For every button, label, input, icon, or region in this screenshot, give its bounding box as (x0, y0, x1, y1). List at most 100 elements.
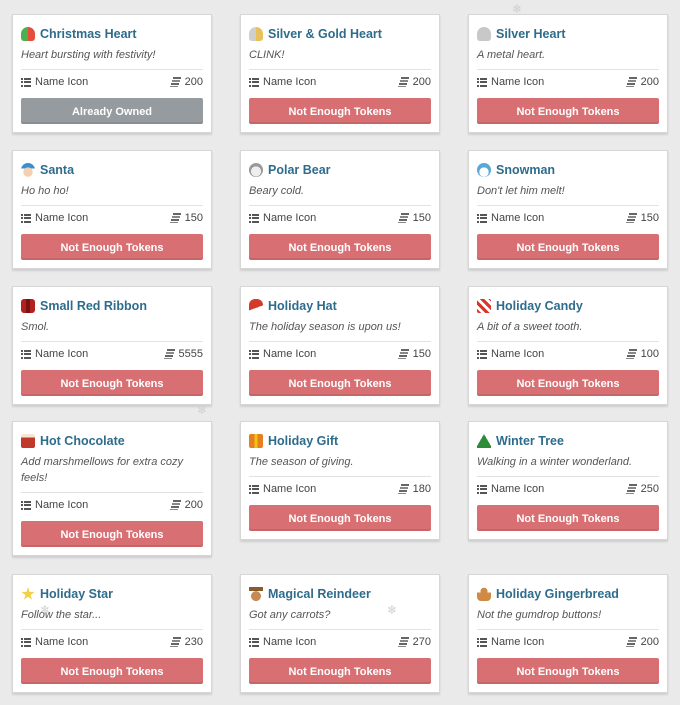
item-meta: Name Icon 100 (477, 341, 659, 362)
list-icon (21, 213, 31, 223)
item-price: 100 (640, 348, 659, 360)
candy-cane-icon (477, 299, 491, 313)
item-meta: Name Icon 200 (477, 629, 659, 650)
not-enough-tokens-button[interactable]: Not Enough Tokens (477, 505, 659, 531)
item-card: Polar Bear Beary cold. Name Icon 150 Not… (240, 150, 440, 269)
not-enough-tokens-button[interactable]: Not Enough Tokens (249, 505, 431, 531)
item-card: Holiday Star Follow the star... Name Ico… (12, 574, 212, 693)
meta-label: Name Icon (35, 212, 89, 224)
not-enough-tokens-button[interactable]: Not Enough Tokens (477, 658, 659, 684)
coins-icon (169, 77, 181, 87)
item-price: 150 (184, 212, 203, 224)
not-enough-tokens-button[interactable]: Not Enough Tokens (21, 521, 203, 547)
item-meta: Name Icon 250 (477, 476, 659, 497)
item-description: Got any carrots? (249, 609, 331, 621)
item-card: Holiday Candy A bit of a sweet tooth. Na… (468, 286, 668, 405)
item-title: Holiday Candy (496, 299, 583, 313)
item-card: Holiday Gingerbread Not the gumdrop butt… (468, 574, 668, 693)
not-enough-tokens-button[interactable]: Not Enough Tokens (21, 658, 203, 684)
item-card: Christmas Heart Heart bursting with fest… (12, 14, 212, 133)
silver-heart-icon (477, 27, 491, 41)
snowflake-icon: ❄ (40, 603, 51, 617)
snowflake-icon: ❄ (197, 403, 208, 417)
item-title: Small Red Ribbon (40, 299, 147, 313)
item-meta: Name Icon 200 (21, 69, 203, 90)
item-card: Small Red Ribbon Smol. Name Icon 5555 No… (12, 286, 212, 405)
coins-icon (625, 77, 637, 87)
item-card: Snowman Don't let him melt! Name Icon 15… (468, 150, 668, 269)
meta-label: Name Icon (491, 212, 545, 224)
list-icon (249, 484, 259, 494)
snowman-icon (477, 163, 491, 177)
list-icon (477, 637, 487, 647)
not-enough-tokens-button[interactable]: Not Enough Tokens (249, 234, 431, 260)
coins-icon (169, 213, 181, 223)
not-enough-tokens-button[interactable]: Not Enough Tokens (249, 370, 431, 396)
item-title: Silver & Gold Heart (268, 27, 382, 41)
item-title: Holiday Gingerbread (496, 587, 619, 601)
snowflake-icon: ❄ (387, 603, 398, 617)
santa-icon (21, 163, 35, 177)
coins-icon (397, 77, 409, 87)
list-icon (249, 349, 259, 359)
not-enough-tokens-button[interactable]: Not Enough Tokens (477, 234, 659, 260)
item-price: 150 (640, 212, 659, 224)
item-title: Polar Bear (268, 163, 331, 177)
item-card: Magical Reindeer Got any carrots? Name I… (240, 574, 440, 693)
list-icon (477, 77, 487, 87)
coins-icon (625, 484, 637, 494)
coins-icon (397, 484, 409, 494)
item-description: A metal heart. (477, 49, 546, 61)
item-description: CLINK! (249, 49, 285, 61)
item-meta: Name Icon 180 (249, 476, 431, 497)
item-description: The season of giving. (249, 456, 354, 468)
item-card: Holiday Gift The season of giving. Name … (240, 421, 440, 540)
coins-icon (397, 637, 409, 647)
item-price: 150 (412, 348, 431, 360)
list-icon (477, 349, 487, 359)
item-title: Snowman (496, 163, 556, 177)
meta-label: Name Icon (263, 76, 317, 88)
item-price: 230 (184, 636, 203, 648)
not-enough-tokens-button[interactable]: Not Enough Tokens (477, 370, 659, 396)
not-enough-tokens-button[interactable]: Not Enough Tokens (21, 234, 203, 260)
item-description: Walking in a winter wonderland. (477, 456, 633, 468)
item-meta: Name Icon 230 (21, 629, 203, 650)
item-description: The holiday season is upon us! (249, 321, 401, 333)
item-price: 200 (412, 76, 431, 88)
item-title: Holiday Hat (268, 299, 337, 313)
item-card: Winter Tree Walking in a winter wonderla… (468, 421, 668, 540)
list-icon (477, 213, 487, 223)
item-title: Holiday Gift (268, 434, 339, 448)
not-enough-tokens-button[interactable]: Not Enough Tokens (249, 658, 431, 684)
item-description: Smol. (21, 321, 50, 333)
item-description: Beary cold. (249, 185, 305, 197)
reindeer-icon (249, 587, 263, 601)
item-title: Christmas Heart (40, 27, 137, 41)
list-icon (477, 484, 487, 494)
item-meta: Name Icon 200 (249, 69, 431, 90)
gingerbread-icon (477, 587, 491, 601)
christmas-heart-icon (21, 27, 35, 41)
list-icon (21, 637, 31, 647)
list-icon (21, 77, 31, 87)
item-title: Magical Reindeer (268, 587, 371, 601)
already-owned-button[interactable]: Already Owned (21, 98, 203, 124)
not-enough-tokens-button[interactable]: Not Enough Tokens (477, 98, 659, 124)
meta-label: Name Icon (491, 636, 545, 648)
meta-label: Name Icon (35, 636, 89, 648)
item-price: 180 (412, 483, 431, 495)
not-enough-tokens-button[interactable]: Not Enough Tokens (249, 98, 431, 124)
meta-label: Name Icon (35, 499, 89, 511)
item-price: 5555 (178, 348, 203, 360)
meta-label: Name Icon (491, 348, 545, 360)
item-description: Not the gumdrop buttons! (477, 609, 602, 621)
coins-icon (169, 500, 181, 510)
meta-label: Name Icon (491, 76, 545, 88)
item-meta: Name Icon 150 (249, 341, 431, 362)
not-enough-tokens-button[interactable]: Not Enough Tokens (21, 370, 203, 396)
coins-icon (625, 213, 637, 223)
item-card: Hot Chocolate Add marshmellows for extra… (12, 421, 212, 556)
coins-icon (625, 637, 637, 647)
item-meta: Name Icon 150 (21, 205, 203, 226)
